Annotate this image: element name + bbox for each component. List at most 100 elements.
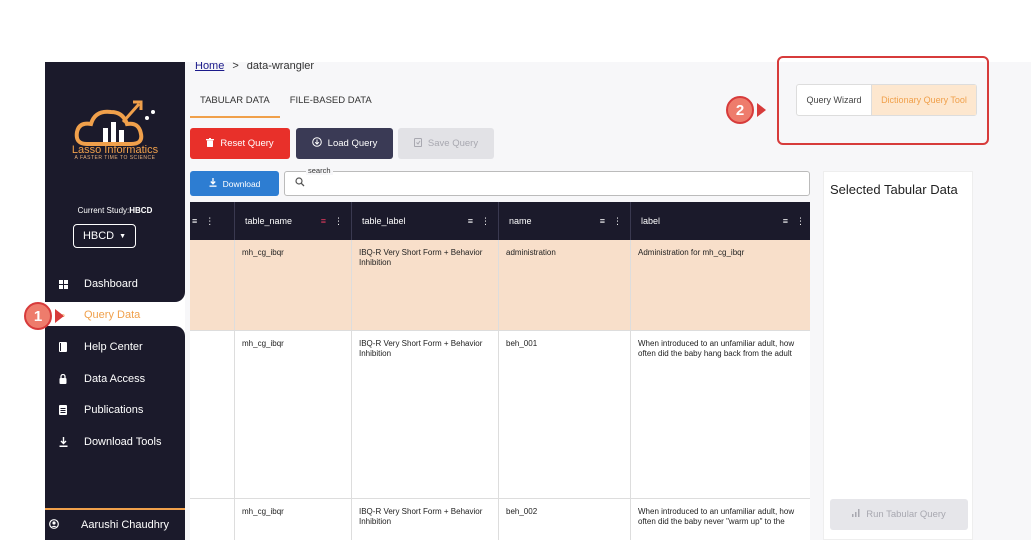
table-cell: Administration for mh_cg_ibqr	[638, 248, 745, 257]
current-study: Current Study:HBCD	[45, 206, 185, 215]
selected-data-panel: Selected Tabular Data Run Tabular Query	[823, 171, 973, 540]
column-label: name	[509, 216, 532, 226]
sidebar-item-label: Query Data	[84, 309, 141, 321]
column-header-name[interactable]: name ≡ ⋮	[499, 202, 631, 240]
table-cell: IBQ-R Very Short Form + Behavior Inhibit…	[352, 499, 499, 540]
user-icon	[49, 518, 59, 532]
table-cell: mh_cg_ibqr	[235, 240, 352, 330]
table-cell-text: When introduced to an unfamiliar adult, …	[638, 339, 795, 358]
tab-file-based-data[interactable]: FILE-BASED DATA	[280, 92, 382, 118]
load-query-button[interactable]: Load Query	[296, 128, 393, 159]
run-tabular-query-label: Run Tabular Query	[866, 509, 946, 520]
annotation-arrow-icon	[55, 309, 64, 323]
table-cell: beh_001	[499, 331, 631, 498]
table-cell: IBQ-R Very Short Form + Behavior Inhibit…	[352, 240, 499, 330]
filter-icon[interactable]: ≡	[783, 216, 788, 226]
column-label: table_name	[245, 216, 293, 226]
sidebar: Lasso Informatics A FASTER TIME TO SCIEN…	[45, 62, 185, 540]
study-select[interactable]: HBCD ▼	[73, 224, 136, 248]
breadcrumb-current: data-wrangler	[246, 62, 315, 72]
sidebar-item-publications[interactable]: Publications	[45, 399, 185, 421]
filter-active-icon[interactable]: ≡	[321, 216, 326, 226]
document-icon	[58, 405, 68, 415]
tab-tabular-data[interactable]: TABULAR DATA	[190, 92, 280, 118]
reset-query-label: Reset Query	[220, 138, 274, 149]
lock-icon	[58, 374, 68, 384]
data-table: ≡ ⋮ table_name ≡ ⋮ table_label ≡ ⋮ name …	[190, 202, 810, 540]
annotation-callout-1: 1	[24, 302, 52, 330]
column-header-table-name[interactable]: table_name ≡ ⋮	[235, 202, 352, 240]
table-cell: administration	[499, 240, 631, 330]
column-header-select[interactable]: ≡ ⋮	[190, 202, 235, 240]
column-menu-icon[interactable]: ⋮	[334, 216, 343, 227]
table-cell-select[interactable]	[190, 331, 235, 498]
save-query-label: Save Query	[427, 138, 479, 149]
save-query-button[interactable]: Save Query	[398, 128, 494, 159]
run-tabular-query-button[interactable]: Run Tabular Query	[830, 499, 968, 530]
table-cell: mh_cg_ibqr	[235, 331, 352, 498]
selected-data-title: Selected Tabular Data	[830, 182, 958, 197]
table-cell: IBQ-R Very Short Form + Behavior Inhibit…	[352, 331, 499, 498]
filter-icon[interactable]: ≡	[468, 216, 473, 226]
download-icon	[58, 437, 68, 447]
user-name: Aarushi Chaudhry	[81, 519, 170, 531]
reset-query-button[interactable]: Reset Query	[190, 128, 290, 159]
annotation-arrow-icon	[757, 103, 766, 117]
sidebar-item-label: Download Tools	[84, 436, 162, 448]
caret-down-icon: ▼	[119, 232, 127, 240]
table-cell: beh_002	[499, 499, 631, 540]
download-label: Download	[222, 178, 261, 189]
sidebar-item-label: Help Center	[84, 341, 143, 353]
sidebar-item-label: Publications	[84, 404, 144, 416]
download-button[interactable]: Download	[190, 171, 279, 196]
breadcrumb-home-link[interactable]: Home	[195, 62, 224, 72]
table-row[interactable]: mh_cg_ibqr IBQ-R Very Short Form + Behav…	[190, 240, 810, 331]
data-tabs: TABULAR DATA FILE-BASED DATA	[190, 92, 382, 118]
annotation-callout-2: 2	[726, 96, 754, 124]
table-cell-select[interactable]	[190, 499, 235, 540]
sidebar-item-query-data[interactable]: ⌕ Query Data	[45, 304, 185, 326]
table-cell: mh_cg_ibqr	[235, 499, 352, 540]
column-label: table_label	[362, 216, 406, 226]
filter-icon[interactable]: ≡	[192, 216, 197, 226]
sidebar-item-label: Data Access	[84, 373, 146, 385]
download-arrow-icon	[209, 178, 217, 189]
column-header-label[interactable]: label ≡ ⋮	[631, 202, 810, 240]
search-label: search	[306, 166, 333, 175]
study-select-value: HBCD	[82, 230, 115, 242]
table-cell: When introduced to an unfamiliar adult, …	[631, 499, 810, 540]
search-icon	[295, 177, 305, 190]
table-cell-select[interactable]	[190, 240, 235, 330]
column-label: label	[641, 216, 661, 226]
search-input[interactable]: search	[284, 166, 810, 196]
user-menu[interactable]: Aarushi Chaudhry	[45, 508, 185, 540]
table-cell-text: When introduced to an unfamiliar adult, …	[638, 507, 795, 526]
current-study-value: HBCD	[129, 206, 153, 215]
book-icon	[58, 342, 68, 352]
column-header-table-label[interactable]: table_label ≡ ⋮	[352, 202, 499, 240]
trash-icon	[206, 137, 215, 150]
load-circle-icon	[311, 137, 322, 150]
column-menu-icon[interactable]: ⋮	[205, 216, 214, 227]
column-menu-icon[interactable]: ⋮	[613, 216, 622, 227]
sidebar-item-help-center[interactable]: Help Center	[45, 336, 185, 358]
current-study-label: Current Study:	[77, 206, 130, 215]
table-row[interactable]: mh_cg_ibqr IBQ-R Very Short Form + Behav…	[190, 499, 810, 540]
filter-icon[interactable]: ≡	[600, 216, 605, 226]
save-icon	[413, 137, 422, 150]
annotation-highlight-box	[777, 56, 989, 145]
sidebar-item-download-tools[interactable]: Download Tools	[45, 431, 185, 453]
column-menu-icon[interactable]: ⋮	[796, 216, 805, 227]
sidebar-item-label: Dashboard	[84, 278, 138, 290]
load-query-label: Load Query	[327, 138, 378, 149]
column-menu-icon[interactable]: ⋮	[481, 216, 490, 227]
bar-chart-icon	[852, 509, 860, 520]
dashboard-icon	[58, 279, 68, 289]
table-row[interactable]: mh_cg_ibqr IBQ-R Very Short Form + Behav…	[190, 331, 810, 499]
breadcrumb: Home > data-wrangler	[195, 62, 314, 72]
brand-tagline: A FASTER TIME TO SCIENCE	[74, 155, 156, 161]
table-cell: When introduced to an unfamiliar adult, …	[631, 331, 810, 498]
table-header: ≡ ⋮ table_name ≡ ⋮ table_label ≡ ⋮ name …	[190, 202, 810, 240]
breadcrumb-separator: >	[232, 62, 239, 72]
sidebar-item-data-access[interactable]: Data Access	[45, 368, 185, 390]
